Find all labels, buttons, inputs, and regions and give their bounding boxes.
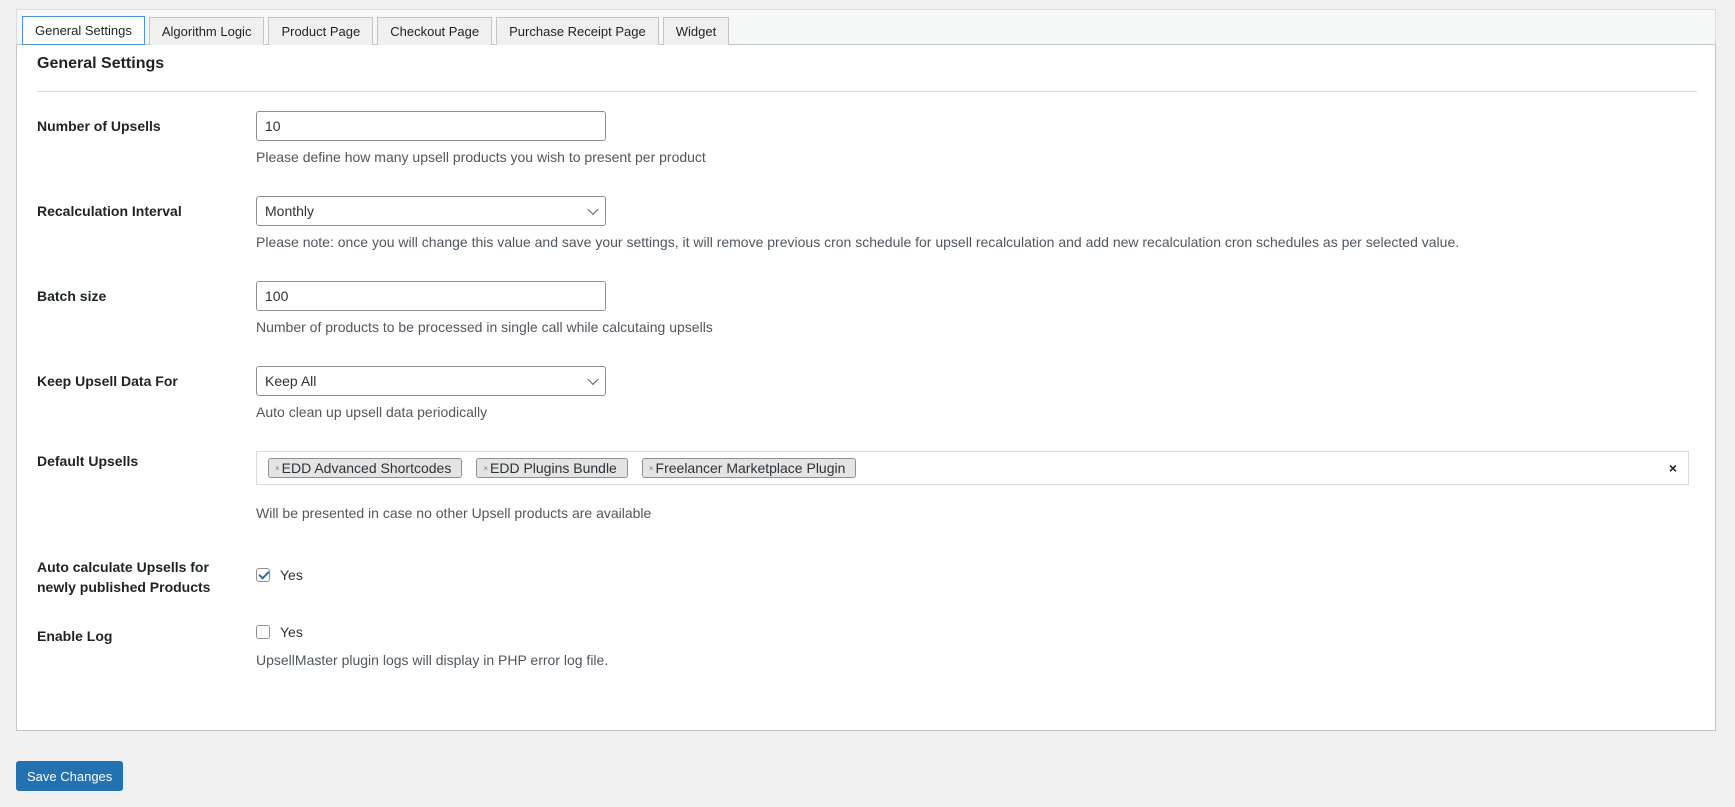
upsell-chip-label: EDD Plugins Bundle [490, 460, 617, 476]
tab-widget[interactable]: Widget [662, 17, 730, 45]
chip-remove-icon[interactable]: × [649, 464, 654, 473]
default-upsells-multiselect[interactable]: × EDD Advanced Shortcodes × EDD Plugins … [256, 451, 1689, 485]
chip-remove-icon[interactable]: × [483, 464, 488, 473]
recalculation-interval-select[interactable]: Monthly [256, 196, 606, 226]
upsell-chip-label: Freelancer Marketplace Plugin [655, 460, 846, 476]
keep-upsell-data-select[interactable]: Keep All [256, 366, 606, 396]
recalculation-interval-field: Monthly Please note: once you will chang… [256, 196, 1459, 250]
chevron-down-icon [587, 373, 599, 386]
auto-calculate-label: Auto calculate Upsells for newly publish… [37, 557, 237, 597]
auto-calculate-field: Yes [256, 567, 303, 583]
keep-upsell-data-value: Keep All [265, 373, 317, 389]
auto-calculate-checkbox[interactable] [256, 568, 270, 582]
default-upsells-description: Will be presented in case no other Upsel… [256, 505, 652, 521]
tab-checkout-page[interactable]: Checkout Page [377, 17, 493, 45]
save-changes-button[interactable]: Save Changes [16, 761, 124, 791]
auto-calculate-label-line2: newly published Products [37, 579, 211, 595]
settings-panel: General Settings Number of Upsells 10 Pl… [16, 45, 1716, 731]
number-of-upsells-label: Number of Upsells [37, 118, 161, 134]
enable-log-checkbox-label: Yes [280, 624, 303, 640]
upsell-chip-label: EDD Advanced Shortcodes [281, 460, 452, 476]
recalculation-interval-description: Please note: once you will change this v… [256, 234, 1460, 250]
tab-purchase-receipt-page[interactable]: Purchase Receipt Page [496, 17, 659, 45]
auto-calculate-checkbox-label: Yes [280, 567, 303, 583]
batch-size-input[interactable]: 100 [256, 281, 606, 311]
chevron-down-icon [587, 203, 599, 216]
batch-size-description: Number of products to be processed in si… [256, 319, 713, 335]
number-of-upsells-input[interactable]: 10 [256, 111, 606, 141]
default-upsells-label: Default Upsells [37, 453, 139, 469]
number-of-upsells-field: 10 Please define how many upsell product… [256, 111, 706, 165]
settings-wrap: General Settings Algorithm Logic Product… [16, 9, 1716, 731]
batch-size-field: 100 Number of products to be processed i… [256, 281, 713, 335]
tab-product-page[interactable]: Product Page [268, 17, 374, 45]
enable-log-option[interactable]: Yes [256, 624, 608, 640]
upsell-chip: × EDD Plugins Bundle [476, 458, 628, 478]
settings-tabs: General Settings Algorithm Logic Product… [16, 9, 1716, 45]
keep-upsell-data-label: Keep Upsell Data For [37, 373, 178, 389]
clear-all-icon[interactable]: × [1669, 460, 1677, 476]
number-of-upsells-description: Please define how many upsell products y… [256, 149, 706, 165]
chip-remove-icon[interactable]: × [275, 464, 280, 473]
enable-log-field: Yes UpsellMaster plugin logs will displa… [256, 624, 608, 668]
panel-title: General Settings [37, 55, 165, 72]
tab-algorithm-logic[interactable]: Algorithm Logic [148, 17, 265, 45]
upsell-chip: × Freelancer Marketplace Plugin [641, 458, 857, 478]
keep-upsell-data-field: Keep All Auto clean up upsell data perio… [256, 366, 606, 420]
number-of-upsells-value: 10 [265, 118, 281, 134]
enable-log-checkbox[interactable] [256, 625, 270, 639]
title-divider [37, 91, 1697, 92]
default-upsells-field: × EDD Advanced Shortcodes × EDD Plugins … [256, 451, 1689, 521]
recalculation-interval-label: Recalculation Interval [37, 203, 182, 219]
auto-calculate-option[interactable]: Yes [256, 567, 303, 583]
recalculation-interval-value: Monthly [265, 203, 315, 219]
upsell-chip: × EDD Advanced Shortcodes [268, 458, 463, 478]
batch-size-label: Batch size [37, 288, 107, 304]
auto-calculate-label-line1: Auto calculate Upsells for [37, 559, 209, 575]
enable-log-label: Enable Log [37, 628, 113, 644]
batch-size-value: 100 [265, 288, 289, 304]
keep-upsell-data-description: Auto clean up upsell data periodically [256, 404, 488, 420]
tab-general-settings[interactable]: General Settings [22, 16, 145, 45]
enable-log-description: UpsellMaster plugin logs will display in… [256, 652, 609, 668]
